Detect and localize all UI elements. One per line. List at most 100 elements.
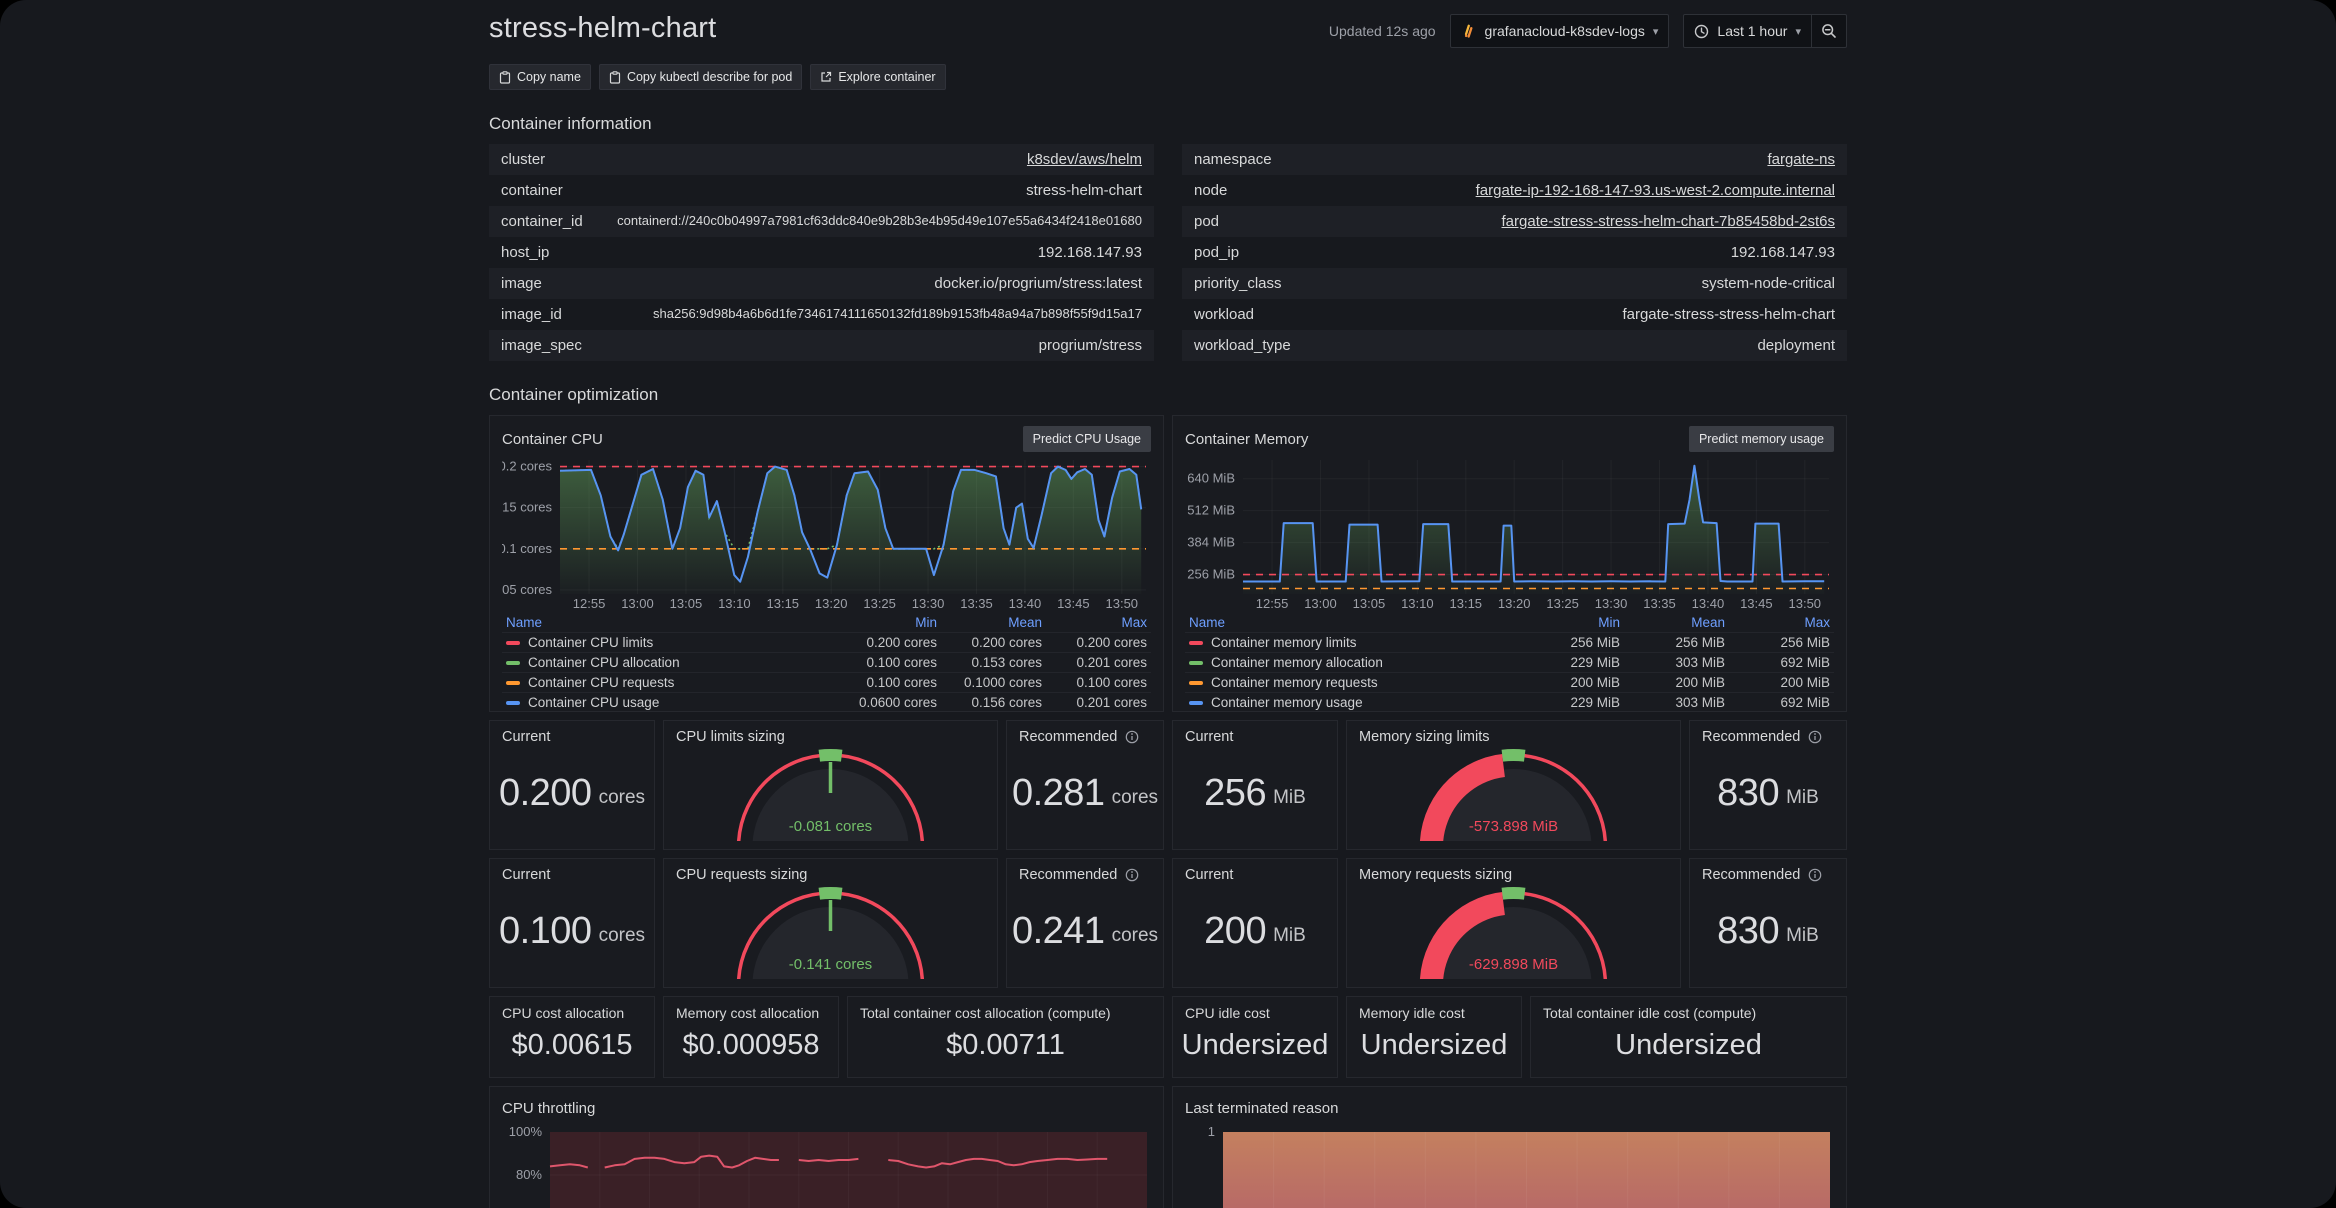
- legend-max: 0.201 cores: [1076, 655, 1147, 670]
- datasource-picker[interactable]: grafanacloud-k8sdev-logs ▾: [1449, 14, 1670, 48]
- legend-series-toggle[interactable]: Container CPU limits: [506, 635, 832, 650]
- info-row: host_ip 192.168.147.93: [489, 237, 1154, 268]
- predict-cpu-usage-button[interactable]: Predict CPU Usage: [1022, 426, 1151, 452]
- legend-min: 0.0600 cores: [858, 695, 937, 710]
- info-key: cluster: [501, 151, 546, 168]
- legend-series-toggle[interactable]: Container CPU requests: [506, 675, 832, 690]
- svg-text:-573.898 MiB: -573.898 MiB: [1469, 818, 1558, 835]
- panel-memory-limits-recommended: Recommended 830 MiB: [1689, 720, 1847, 850]
- info-key: pod: [1194, 213, 1220, 230]
- info-row: pod fargate-stress-stress-helm-chart-7b85…: [1182, 206, 1847, 237]
- legend-mean: 200 MiB: [1675, 675, 1725, 690]
- legend-row: Container CPU requests 0.100 cores 0.1000 …: [502, 672, 1151, 692]
- copy-kubectl-button[interactable]: Copy kubectl describe for pod: [598, 64, 803, 90]
- clock-icon: [1694, 24, 1709, 39]
- legend-header: Name Min Mean Max: [502, 613, 1151, 632]
- info-icon[interactable]: [1808, 730, 1822, 744]
- legend-row: Container memory allocation 229 MiB 303 Mi…: [1185, 652, 1834, 672]
- legend-series-toggle[interactable]: Container memory requests: [1189, 675, 1515, 690]
- legend-series-toggle[interactable]: Container CPU usage: [506, 695, 832, 710]
- section-container-optimization: Container optimization: [489, 385, 659, 404]
- copy-kubectl-label: Copy kubectl describe for pod: [626, 70, 793, 84]
- stat-value: 0.200: [498, 771, 592, 814]
- legend-series-marker: [1189, 640, 1203, 645]
- info-key: node: [1194, 182, 1228, 199]
- svg-text:384 MiB: 384 MiB: [1187, 535, 1235, 550]
- info-key: priority_class: [1194, 275, 1282, 292]
- info-icon[interactable]: [1808, 868, 1822, 882]
- copy-name-button[interactable]: Copy name: [489, 64, 591, 90]
- panel-title: Last terminated reason: [1185, 1099, 1339, 1117]
- info-key: workload_type: [1194, 337, 1291, 354]
- zoom-out-button[interactable]: [1811, 15, 1846, 47]
- clipboard-icon: [609, 70, 621, 84]
- info-key: workload: [1194, 306, 1255, 323]
- loki-datasource-icon: [1461, 23, 1477, 39]
- stat-title: Current: [502, 729, 551, 745]
- header: stress-helm-chart Updated 12s ago grafan…: [489, 12, 1847, 48]
- svg-text:13:25: 13:25: [1546, 596, 1579, 611]
- legend-series-toggle[interactable]: Container memory usage: [1189, 695, 1515, 710]
- info-value: containerd://240c0b04997a7981cf63ddc840e…: [617, 213, 1142, 229]
- info-key: image: [501, 275, 542, 292]
- legend-series-toggle[interactable]: Container memory allocation: [1189, 655, 1515, 670]
- info-icon[interactable]: [1125, 730, 1139, 744]
- legend-series-marker: [1189, 660, 1203, 665]
- legend-header-cell: Name: [1189, 615, 1226, 630]
- info-value-link[interactable]: fargate-stress-stress-helm-chart-7b85458…: [1249, 213, 1835, 230]
- legend-max: 0.200 cores: [1076, 635, 1147, 650]
- legend-mean: 0.153 cores: [971, 655, 1042, 670]
- panel-memory-cost-allocation: Memory cost allocation $0.000958: [663, 996, 839, 1078]
- section-container-information: Container information: [489, 114, 652, 133]
- stat-value: $0.000958: [682, 1028, 820, 1061]
- panel-cpu-throttling: CPU throttling 100%80%60%: [489, 1086, 1164, 1208]
- svg-text:640 MiB: 640 MiB: [1187, 471, 1235, 486]
- stat-title: Recommended: [1019, 729, 1118, 745]
- info-row: cluster k8sdev/aws/helm: [489, 144, 1154, 175]
- legend-series-toggle[interactable]: Container memory limits: [1189, 635, 1515, 650]
- cpu-requests-gauge: -0.141 cores: [736, 887, 925, 979]
- legend-series-marker: [506, 700, 520, 705]
- stat-title: Recommended: [1702, 729, 1801, 745]
- datasource-label: grafanacloud-k8sdev-logs: [1484, 23, 1645, 39]
- page-title: stress-helm-chart: [489, 12, 717, 44]
- svg-text:1: 1: [1208, 1124, 1215, 1139]
- svg-text:13:35: 13:35: [960, 596, 993, 611]
- legend-header-cell: Mean: [1008, 615, 1042, 630]
- stat-value: $0.00615: [511, 1028, 633, 1061]
- info-key: container_id: [501, 213, 583, 230]
- info-row: namespace fargate-ns: [1182, 144, 1847, 175]
- svg-text:13:25: 13:25: [863, 596, 896, 611]
- info-row: priority_class system-node-critical: [1182, 268, 1847, 299]
- svg-text:12:55: 12:55: [573, 596, 606, 611]
- stat-title: Total container cost allocation (compute…: [860, 1005, 1111, 1021]
- time-range-picker: Last 1 hour ▾: [1683, 14, 1847, 48]
- legend-header-cell: Mean: [1691, 615, 1725, 630]
- memory-limits-gauge: -573.898 MiB: [1419, 749, 1608, 841]
- gauge-title: Memory sizing limits: [1359, 729, 1490, 745]
- legend-series-toggle[interactable]: Container CPU allocation: [506, 655, 832, 670]
- info-value-link[interactable]: fargate-ns: [1302, 151, 1835, 168]
- time-range-label: Last 1 hour: [1717, 23, 1788, 39]
- time-range-button[interactable]: Last 1 hour ▾: [1684, 15, 1811, 47]
- stat-value: 0.100: [498, 909, 592, 952]
- gauge-title: CPU limits sizing: [676, 729, 785, 745]
- panel-memory-requests-current: Current 200 MiB: [1172, 858, 1338, 988]
- info-value: system-node-critical: [1701, 275, 1835, 292]
- info-value-link[interactable]: fargate-ip-192-168-147-93.us-west-2.comp…: [1257, 182, 1835, 199]
- panel-title: CPU throttling: [502, 1099, 596, 1117]
- info-value-link[interactable]: k8sdev/aws/helm: [575, 151, 1142, 168]
- stat-value: 0.241: [1011, 909, 1105, 952]
- legend-mean: 256 MiB: [1675, 635, 1725, 650]
- predict-memory-usage-button[interactable]: Predict memory usage: [1688, 426, 1834, 452]
- legend-series-marker: [1189, 700, 1203, 705]
- svg-text:13:00: 13:00: [1304, 596, 1337, 611]
- zoom-out-icon: [1821, 23, 1837, 39]
- info-value: stress-helm-chart: [1026, 182, 1142, 199]
- svg-text:13:50: 13:50: [1789, 596, 1822, 611]
- svg-text:-0.141 cores: -0.141 cores: [789, 956, 872, 973]
- chevron-down-icon: ▾: [1652, 25, 1659, 38]
- explore-container-button[interactable]: Explore container: [810, 64, 946, 90]
- stat-unit: cores: [598, 925, 646, 946]
- info-icon[interactable]: [1125, 868, 1139, 882]
